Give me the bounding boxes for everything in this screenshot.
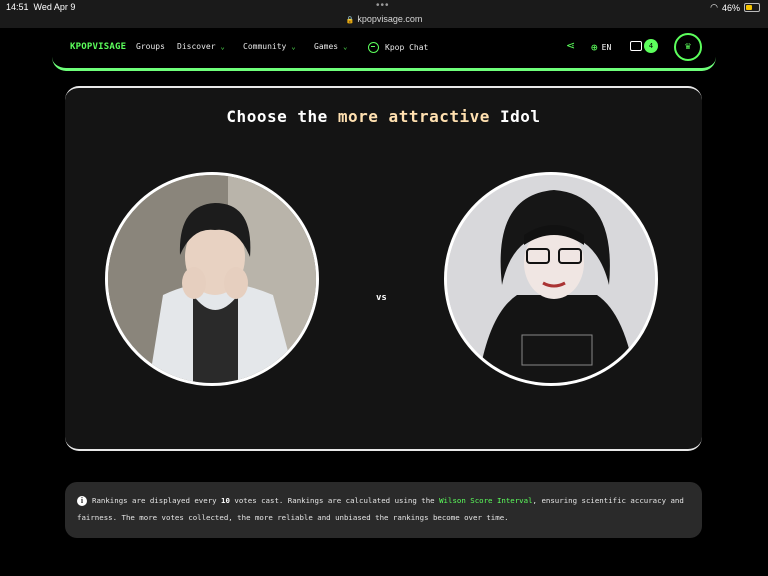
language-selector[interactable]: ⊕ EN <box>591 41 611 54</box>
nav-groups[interactable]: Groups <box>136 42 165 51</box>
wilson-score-link[interactable]: Wilson Score Interval <box>439 496 532 505</box>
address-bar[interactable]: 🔒 kpopvisage.com <box>0 14 768 24</box>
chevron-down-icon: ⌄ <box>291 43 296 51</box>
vote-card: Choose the more attractive Idol vs <box>65 86 702 451</box>
chevron-down-icon: ⌄ <box>343 43 348 51</box>
share-icon[interactable]: ⋖ <box>566 39 575 52</box>
url-text: kpopvisage.com <box>357 14 423 24</box>
vote-count: 10 <box>221 496 230 505</box>
ranking-info: i Rankings are displayed every 10 votes c… <box>65 482 702 538</box>
status-icons: ◠ 46% <box>710 2 760 13</box>
site-logo[interactable]: KPOPVISAGE <box>70 42 126 52</box>
status-bar: 14:51 Wed Apr 9 ••• 🔒 kpopvisage.com ◠ 46… <box>0 0 768 28</box>
idol-photo-right[interactable] <box>444 172 658 386</box>
chat-icon <box>368 42 379 53</box>
info-text: Rankings are displayed every <box>92 496 222 505</box>
versus-label: vs <box>376 293 387 303</box>
globe-icon: ⊕ <box>591 41 598 54</box>
top-nav: KPOPVISAGE Groups Discover ⌄ Community ⌄ G… <box>52 28 716 71</box>
idol-photo-left[interactable] <box>105 172 319 386</box>
multitask-dots[interactable]: ••• <box>376 0 390 11</box>
inbox-icon[interactable] <box>630 41 642 51</box>
nav-community[interactable]: Community ⌄ <box>243 42 296 51</box>
chevron-down-icon: ⌄ <box>220 43 225 51</box>
user-avatar[interactable]: ♛ <box>674 33 702 61</box>
battery-icon <box>744 3 760 12</box>
idol-right-figure <box>447 175 655 383</box>
vote-title: Choose the more attractive Idol <box>226 107 541 126</box>
wifi-icon: ◠ <box>710 2 718 12</box>
info-icon: i <box>77 496 87 506</box>
nav-kpop-chat[interactable]: Kpop Chat <box>368 42 428 53</box>
notification-badge[interactable]: 4 <box>644 39 658 53</box>
idol-left-figure <box>108 175 316 383</box>
status-time: 14:51 Wed Apr 9 <box>6 2 76 12</box>
battery-percent: 46% <box>721 2 740 13</box>
info-text: votes cast. Rankings are calculated usin… <box>229 496 440 505</box>
lock-icon: 🔒 <box>345 17 355 24</box>
nav-games[interactable]: Games ⌄ <box>314 42 347 51</box>
nav-discover[interactable]: Discover ⌄ <box>177 42 225 51</box>
